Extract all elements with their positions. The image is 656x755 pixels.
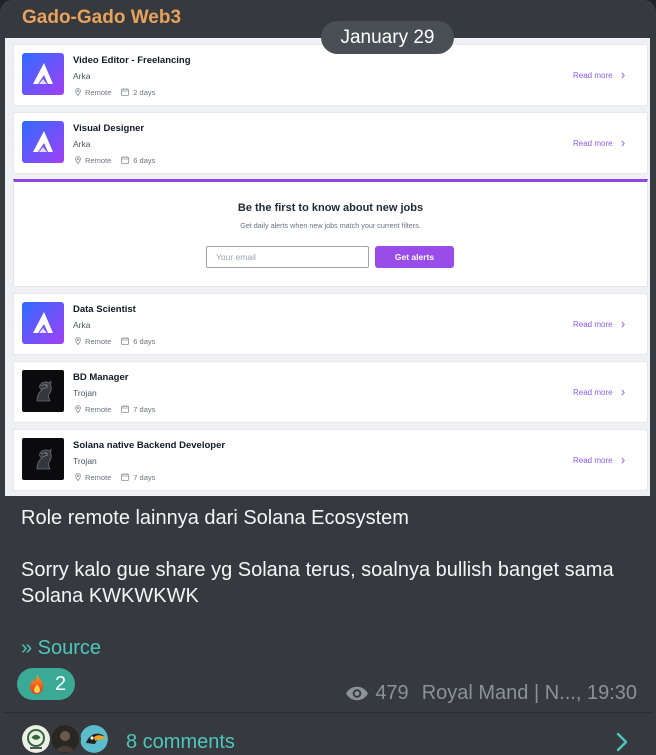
job-card: Video Editor - Freelancing Arka Remote 2… bbox=[13, 44, 648, 106]
job-meta: Remote 6 days bbox=[75, 335, 155, 347]
job-location: Remote bbox=[85, 404, 112, 414]
job-posted-age: 7 days bbox=[133, 404, 156, 414]
arka-logo bbox=[22, 121, 64, 163]
alert-title: Be the first to know about new jobs bbox=[237, 202, 424, 214]
chevron-right-icon bbox=[621, 140, 625, 147]
job-title: Video Editor - Freelancing bbox=[73, 55, 191, 66]
comments-count-label[interactable]: 8 comments bbox=[126, 729, 235, 755]
job-posted-age: 6 days bbox=[133, 155, 156, 165]
job-posted-age: 2 days bbox=[133, 87, 156, 97]
job-company: Arka bbox=[73, 320, 91, 330]
avatar bbox=[78, 723, 110, 755]
location-pin-icon bbox=[75, 156, 81, 164]
calendar-icon bbox=[121, 405, 129, 413]
post-signature-time: Royal Mand | N..., 19:30 bbox=[421, 682, 637, 704]
location-pin-icon bbox=[75, 88, 81, 96]
message-line: Sorry kalo gue share yg Solana terus, so… bbox=[21, 559, 614, 607]
job-location: Remote bbox=[85, 472, 112, 482]
job-posted-age: 6 days bbox=[133, 336, 156, 346]
job-card: Solana native Backend Developer Trojan R… bbox=[13, 429, 648, 491]
avatar bbox=[20, 723, 52, 755]
job-location: Remote bbox=[85, 336, 112, 346]
calendar-icon bbox=[121, 88, 129, 96]
get-alerts-button: Get alerts bbox=[375, 246, 454, 268]
job-company: Trojan bbox=[73, 456, 97, 466]
job-company: Arka bbox=[73, 71, 91, 81]
arka-logo bbox=[22, 53, 64, 95]
post-meta: 479 Royal Mand | N..., 19:30 bbox=[345, 681, 637, 705]
job-posted-age: 7 days bbox=[133, 472, 156, 482]
job-alert-signup: Be the first to know about new jobs Get … bbox=[13, 179, 648, 287]
trojan-logo bbox=[22, 370, 64, 412]
job-company: Arka bbox=[73, 139, 91, 149]
read-more-label: Read more bbox=[573, 70, 613, 80]
eye-icon bbox=[346, 686, 369, 700]
read-more-link: Read more bbox=[573, 454, 625, 466]
job-card: Visual Designer Arka Remote 6 days Read … bbox=[13, 112, 648, 174]
chevron-right-icon bbox=[621, 72, 625, 79]
job-listings-screenshot[interactable]: Video Editor - Freelancing Arka Remote 2… bbox=[5, 38, 650, 496]
location-pin-icon bbox=[75, 473, 81, 481]
read-more-label: Read more bbox=[573, 319, 613, 329]
job-meta: Remote 7 days bbox=[75, 403, 155, 415]
trojan-logo bbox=[22, 438, 64, 480]
source-link[interactable]: » Source bbox=[21, 635, 101, 661]
job-company: Trojan bbox=[73, 388, 97, 398]
email-field: Your email bbox=[206, 246, 369, 268]
read-more-link: Read more bbox=[573, 386, 625, 398]
read-more-label: Read more bbox=[573, 455, 613, 465]
job-title: BD Manager bbox=[73, 372, 129, 383]
calendar-icon bbox=[121, 337, 129, 345]
calendar-icon bbox=[121, 473, 129, 481]
read-more-link: Read more bbox=[573, 318, 625, 330]
reaction-fire[interactable]: 2 bbox=[17, 668, 75, 700]
job-title: Solana native Backend Developer bbox=[73, 440, 226, 451]
view-count: 479 bbox=[375, 682, 409, 704]
job-meta: Remote 2 days bbox=[75, 86, 155, 98]
message-text: Role remote lainnya dari Solana Ecosyste… bbox=[21, 505, 636, 661]
job-title: Visual Designer bbox=[73, 123, 145, 134]
job-card: Data Scientist Arka Remote 6 days Read m… bbox=[13, 293, 648, 355]
fire-icon bbox=[30, 674, 43, 694]
comments-button[interactable]: 8 comments bbox=[0, 713, 656, 755]
channel-post: Gado-Gado Web3 January 29 Video Editor -… bbox=[0, 0, 656, 755]
message-line: Role remote lainnya dari Solana Ecosyste… bbox=[21, 507, 409, 529]
location-pin-icon bbox=[75, 337, 81, 345]
reaction-count: 2 bbox=[55, 673, 67, 695]
job-title: Data Scientist bbox=[73, 304, 136, 315]
chevron-right-icon bbox=[621, 321, 625, 328]
read-more-link: Read more bbox=[573, 137, 625, 149]
avatar bbox=[49, 723, 81, 755]
job-card: BD Manager Trojan Remote 7 days Read mor… bbox=[13, 361, 648, 423]
read-more-label: Read more bbox=[573, 138, 613, 148]
location-pin-icon bbox=[75, 405, 81, 413]
arka-logo bbox=[22, 302, 64, 344]
job-location: Remote bbox=[85, 155, 112, 165]
chevron-right-icon bbox=[621, 457, 625, 464]
read-more-label: Read more bbox=[573, 387, 613, 397]
alert-subtitle: Get daily alerts when new jobs match you… bbox=[240, 221, 421, 230]
chevron-right-icon[interactable] bbox=[614, 731, 630, 753]
chevron-right-icon bbox=[621, 389, 625, 396]
channel-name[interactable]: Gado-Gado Web3 bbox=[22, 6, 181, 30]
job-meta: Remote 7 days bbox=[75, 471, 155, 483]
read-more-link: Read more bbox=[573, 69, 625, 81]
date-badge[interactable]: January 29 bbox=[321, 21, 454, 54]
job-meta: Remote 6 days bbox=[75, 154, 155, 166]
job-location: Remote bbox=[85, 87, 112, 97]
calendar-icon bbox=[121, 156, 129, 164]
